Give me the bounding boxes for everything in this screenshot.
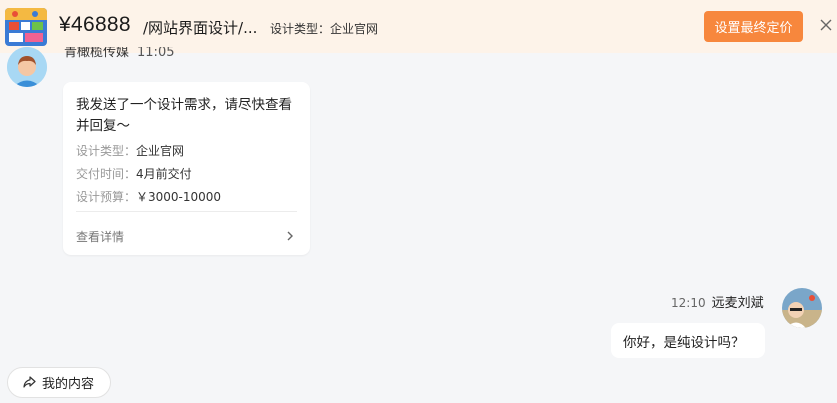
sender-avatar[interactable] — [7, 47, 47, 87]
order-price: ¥46888 — [59, 13, 131, 36]
view-details-link[interactable]: 查看详情 — [76, 228, 124, 245]
design-type: 设计类型：企业官网 — [270, 22, 379, 36]
sender-name: 青橄榄传媒 — [64, 47, 130, 60]
row-label: 设计类型： — [76, 144, 137, 158]
row-value: 4月前交付 — [136, 167, 192, 181]
request-row-budget: 设计预算：￥3000-10000 — [76, 188, 221, 205]
share-icon — [23, 376, 36, 388]
request-row-type: 设计类型：企业官网 — [76, 142, 184, 159]
my-content-label: 我的内容 — [42, 377, 95, 392]
card-divider — [76, 211, 297, 212]
row-value: 企业官网 — [136, 144, 185, 158]
chevron-right-icon[interactable] — [283, 228, 297, 242]
sender-header: 青橄榄传媒 11:05 — [64, 47, 174, 61]
row-label: 交付时间： — [76, 167, 137, 181]
reply-name: 远麦刘斌 — [711, 296, 764, 311]
my-content-button[interactable]: 我的内容 — [7, 367, 111, 398]
request-title: 我发送了一个设计需求，请尽快查看并回复～ — [76, 97, 292, 134]
sender-time: 11:05 — [137, 47, 175, 60]
project-thumbnail[interactable] — [5, 8, 47, 46]
reply-time: 12:10 — [671, 296, 706, 310]
close-icon[interactable] — [818, 17, 834, 33]
row-value: ￥3000-10000 — [136, 190, 222, 204]
set-final-price-button[interactable]: 设置最终定价 — [704, 11, 803, 42]
order-banner: ¥46888 /网站界面设计/... 设计类型：企业官网 设置最终定价 — [0, 0, 837, 53]
reply-header: 12:10 远麦刘斌 — [671, 292, 764, 311]
reply-message: 你好，是纯设计吗？ — [611, 323, 765, 358]
row-label: 设计预算： — [76, 190, 137, 204]
design-request-card[interactable]: 我发送了一个设计需求，请尽快查看并回复～ 设计类型：企业官网 交付时间：4月前交… — [63, 82, 310, 255]
project-name: /网站界面设计/... — [143, 19, 258, 37]
reply-avatar[interactable] — [782, 288, 822, 328]
request-row-delivery: 交付时间：4月前交付 — [76, 165, 192, 182]
